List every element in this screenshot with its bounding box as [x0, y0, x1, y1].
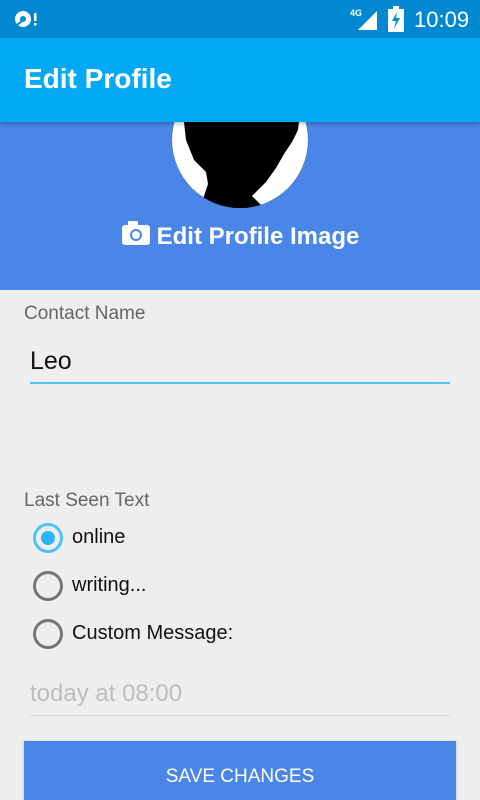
- radio-unchecked-icon: [33, 619, 63, 649]
- svg-text:4G: 4G: [350, 8, 362, 18]
- avatar[interactable]: [172, 122, 308, 208]
- contact-name-label: Contact Name: [24, 303, 146, 324]
- save-changes-button[interactable]: SAVE CHANGES: [24, 741, 456, 800]
- notification-icon: [15, 11, 37, 27]
- radio-checked-icon: [33, 523, 63, 553]
- signal-icon: 4G: [350, 8, 377, 30]
- custom-message-input[interactable]: [30, 672, 450, 716]
- avatar-image: [172, 122, 308, 208]
- radio-writing[interactable]: writing...: [32, 566, 292, 606]
- edit-profile-image-button[interactable]: Edit Profile Image: [0, 220, 480, 251]
- page-title: Edit Profile: [24, 63, 172, 94]
- profile-header: Edit Profile Image: [0, 122, 480, 290]
- contact-name-input[interactable]: [30, 340, 450, 384]
- radio-custom-message[interactable]: Custom Message:: [32, 614, 292, 654]
- status-bar: 4G 10:09: [0, 0, 480, 38]
- edit-profile-image-label: Edit Profile Image: [156, 223, 360, 250]
- camera-icon: [121, 221, 150, 245]
- radio-writing-label: writing...: [72, 574, 147, 596]
- app-bar: Edit Profile: [0, 38, 480, 122]
- radio-online-label: online: [72, 526, 126, 548]
- radio-unchecked-icon: [33, 571, 63, 601]
- radio-online[interactable]: online: [32, 518, 292, 558]
- last-seen-label: Last Seen Text: [24, 490, 150, 511]
- radio-custom-message-label: Custom Message:: [72, 622, 234, 644]
- battery-charging-icon: [388, 6, 404, 32]
- status-time: 10:09: [414, 7, 470, 32]
